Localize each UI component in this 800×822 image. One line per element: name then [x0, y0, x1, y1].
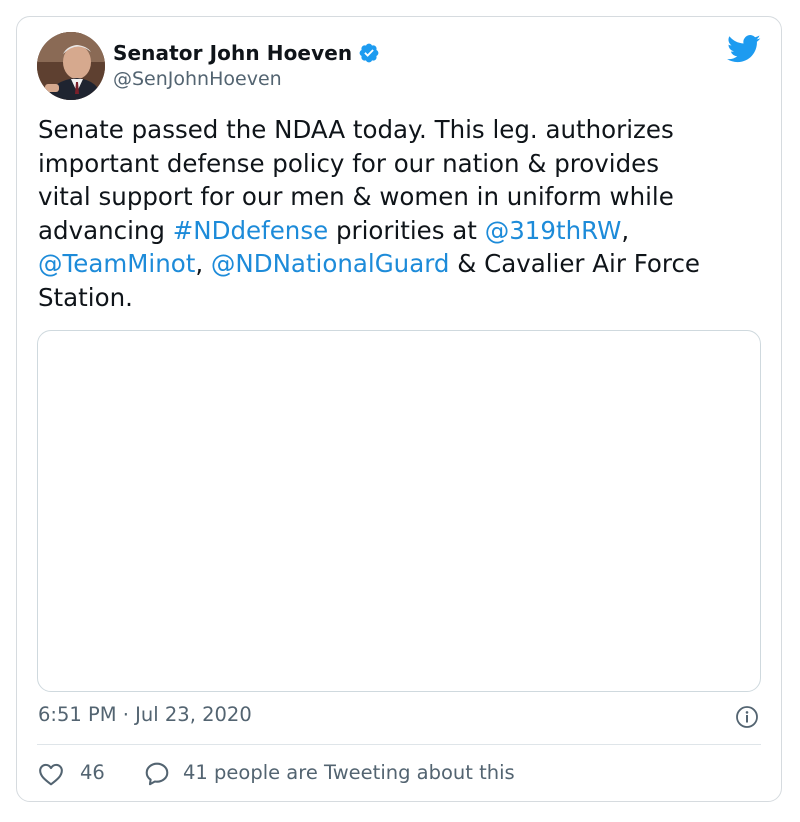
twitter-bird-icon[interactable]	[727, 34, 761, 64]
tweet-text-segment: priorities at	[328, 215, 485, 245]
author-display-name[interactable]: Senator John Hoeven	[113, 41, 352, 65]
mention-link[interactable]: @TeamMinot	[38, 249, 195, 278]
like-count[interactable]: 46	[80, 761, 105, 784]
info-icon[interactable]	[735, 705, 759, 729]
tweet-timestamp[interactable]: 6:51 PM · Jul 23, 2020	[38, 703, 252, 726]
heart-icon[interactable]	[38, 762, 64, 786]
verified-badge-icon	[359, 43, 379, 63]
discussion-count[interactable]: 41 people are Tweeting about this	[183, 761, 515, 784]
avatar[interactable]	[37, 32, 105, 100]
tweet-text: Senate passed the NDAA today. This leg. …	[38, 113, 768, 315]
mention-link[interactable]: @NDNationalGuard	[211, 249, 450, 278]
author-name-row[interactable]: Senator John Hoeven	[113, 40, 380, 66]
divider	[37, 744, 761, 745]
media-embed[interactable]	[37, 330, 761, 692]
hashtag-link[interactable]: #NDdefense	[173, 216, 328, 245]
speech-bubble-icon[interactable]	[144, 761, 170, 787]
tweet-text-segment: ,	[195, 249, 211, 279]
author-handle[interactable]: @SenJohnHoeven	[113, 68, 282, 90]
mention-link[interactable]: @319thRW	[485, 216, 622, 245]
tweet-text-segment: ,	[621, 215, 630, 245]
